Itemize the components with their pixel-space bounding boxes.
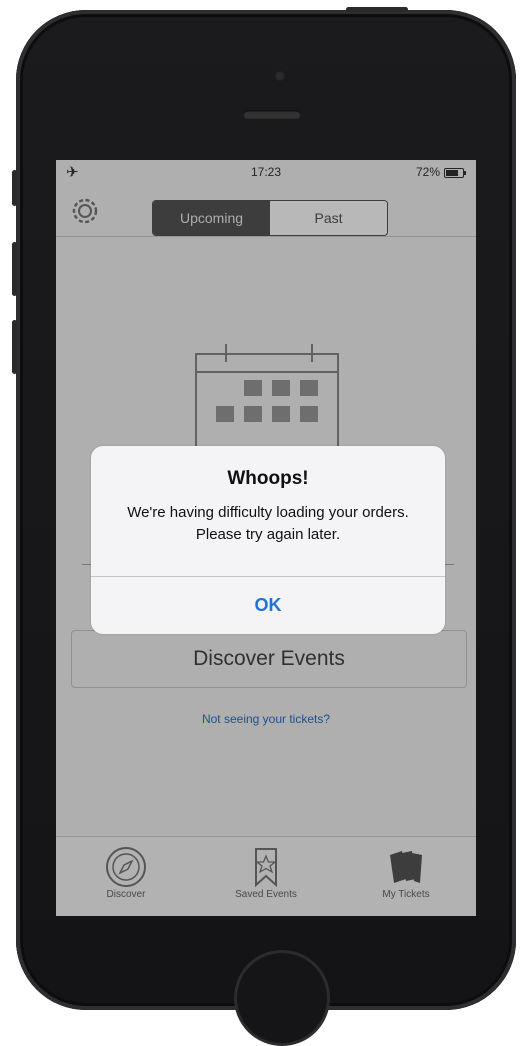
alert-title: Whoops! — [227, 468, 309, 489]
earpiece-speaker — [243, 110, 301, 119]
volume-down-button — [12, 320, 17, 374]
alert-message: We're having difficulty loading your ord… — [127, 504, 409, 543]
home-button[interactable] — [234, 950, 330, 1046]
alert-ok-button[interactable]: OK — [91, 577, 445, 634]
volume-up-button — [12, 242, 17, 296]
error-alert-dialog: Whoops! We're having difficulty loading … — [91, 446, 445, 634]
mute-switch — [12, 170, 17, 206]
front-camera — [274, 70, 286, 82]
power-button — [346, 7, 408, 12]
app-screen: ✈ 17:23 72% Upcoming Past Discover Event… — [56, 160, 476, 916]
